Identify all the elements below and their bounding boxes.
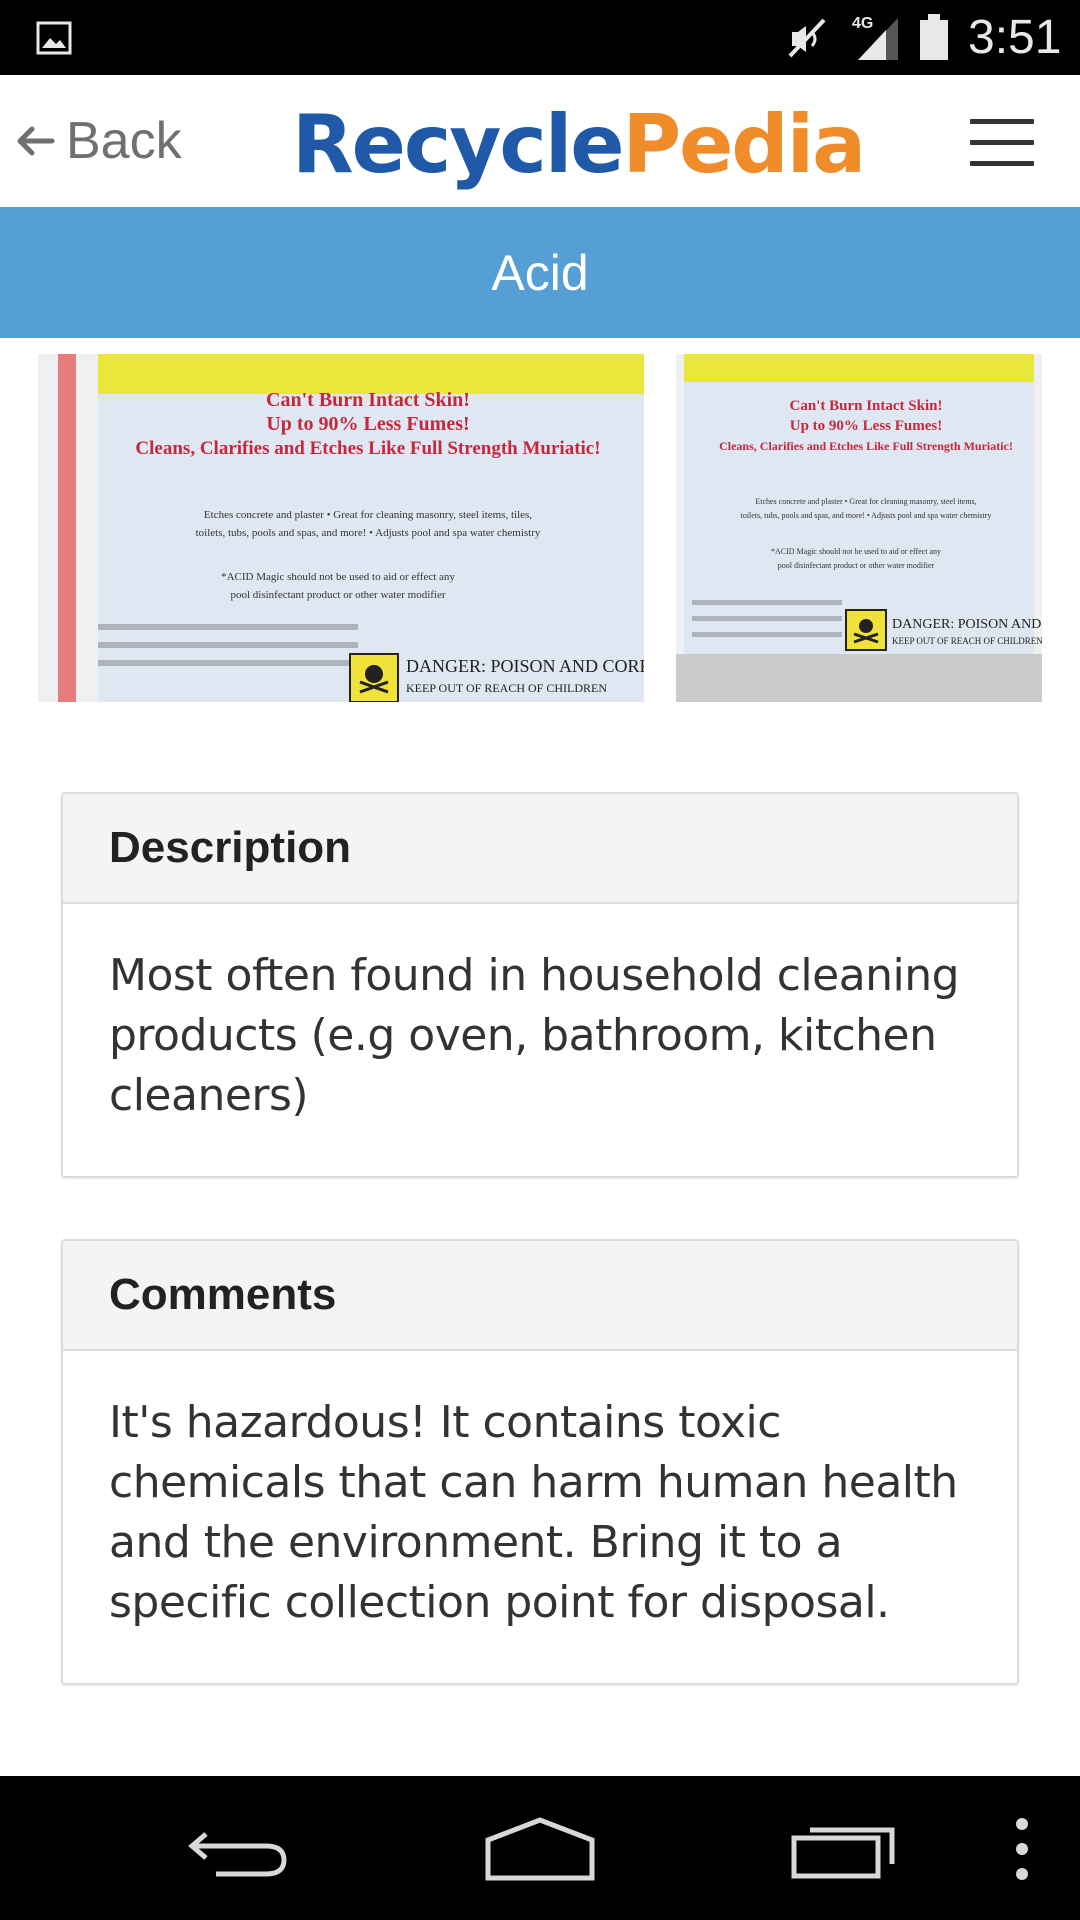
back-label: Back	[66, 112, 182, 170]
label-features-2: toilets, tubs, pools and spas, and more!…	[741, 511, 992, 520]
gallery-icon	[36, 21, 72, 55]
label-headline-1: Can't Burn Intact Skin!	[266, 389, 470, 411]
label-warning-2: KEEP OUT OF REACH OF CHILDREN	[406, 681, 607, 695]
description-card: Description Most often found in househol…	[61, 792, 1019, 1178]
label-headline-1: Can't Burn Intact Skin!	[790, 398, 943, 414]
product-image-2: Can't Burn Intact Skin! Up to 90% Less F…	[676, 354, 1042, 702]
system-nav-bar	[0, 1776, 1080, 1920]
label-warning-1: DANGER: POISON AND CORROSIVE	[406, 656, 644, 676]
comments-card: Comments It's hazardous! It contains tox…	[61, 1239, 1019, 1685]
label-note-2: pool disinfectant product or other water…	[778, 561, 935, 570]
label-headline-2: Up to 90% Less Fumes!	[790, 418, 943, 434]
menu-line	[970, 140, 1034, 145]
product-image-1: Can't Burn Intact Skin! Up to 90% Less F…	[38, 354, 644, 702]
comments-heading: Comments	[109, 1270, 337, 1319]
description-text: Most often found in household cleaning p…	[109, 950, 960, 1121]
app-header: Back RecyclePedia	[0, 75, 1080, 207]
label-headline-2: Up to 90% Less Fumes!	[266, 413, 469, 435]
menu-line	[970, 119, 1034, 124]
page-title: Acid	[491, 244, 589, 301]
back-nav-icon[interactable]	[186, 1822, 290, 1878]
network-type-label: 4G	[852, 15, 873, 32]
title-bar: Acid	[0, 207, 1080, 338]
product-label-art: Can't Burn Intact Skin! Up to 90% Less F…	[676, 354, 1042, 702]
overflow-menu-icon[interactable]	[1006, 1814, 1038, 1884]
home-nav-icon[interactable]	[484, 1816, 596, 1882]
status-bar: 4G 3:51	[0, 0, 1080, 75]
description-heading: Description	[109, 823, 352, 872]
product-image-strip: Can't Burn Intact Skin! Up to 90% Less F…	[0, 354, 1080, 702]
label-warning-1: DANGER: POISON AND CORROSIVE	[892, 617, 1042, 632]
hamburger-menu-button[interactable]	[970, 119, 1034, 167]
back-arrow-icon	[17, 126, 55, 156]
description-card-header: Description	[63, 794, 1017, 904]
menu-line	[970, 161, 1034, 166]
signal-icon: 4G	[852, 15, 898, 60]
product-label-art: Can't Burn Intact Skin! Up to 90% Less F…	[38, 354, 644, 702]
label-note-1: *ACID Magic should not be used to aid or…	[771, 547, 941, 556]
app-logo: RecyclePedia	[292, 97, 867, 193]
comments-text: It's hazardous! It contains toxic chemic…	[109, 1397, 958, 1628]
label-features-1: Etches concrete and plaster • Great for …	[204, 509, 532, 521]
mute-icon	[788, 18, 826, 58]
status-time: 3:51	[968, 11, 1062, 64]
battery-icon	[920, 14, 948, 60]
label-warning-2: KEEP OUT OF REACH OF CHILDREN	[892, 636, 1042, 646]
logo-text-recycle: Recycle	[292, 98, 625, 191]
label-note-1: *ACID Magic should not be used to aid or…	[221, 571, 455, 583]
logo-text-pedia: Pedia	[622, 98, 867, 191]
back-button[interactable]: Back	[16, 111, 182, 171]
label-note-2: pool disinfectant product or other water…	[230, 589, 445, 601]
label-features-2: toilets, tubs, pools and spas, and more!…	[196, 527, 541, 539]
recents-nav-icon[interactable]	[790, 1816, 898, 1880]
label-features-1: Etches concrete and plaster • Great for …	[755, 497, 976, 506]
label-headline-3: Cleans, Clarifies and Etches Like Full S…	[719, 439, 1013, 453]
label-headline-3: Cleans, Clarifies and Etches Like Full S…	[135, 438, 600, 459]
comments-card-header: Comments	[63, 1241, 1017, 1351]
